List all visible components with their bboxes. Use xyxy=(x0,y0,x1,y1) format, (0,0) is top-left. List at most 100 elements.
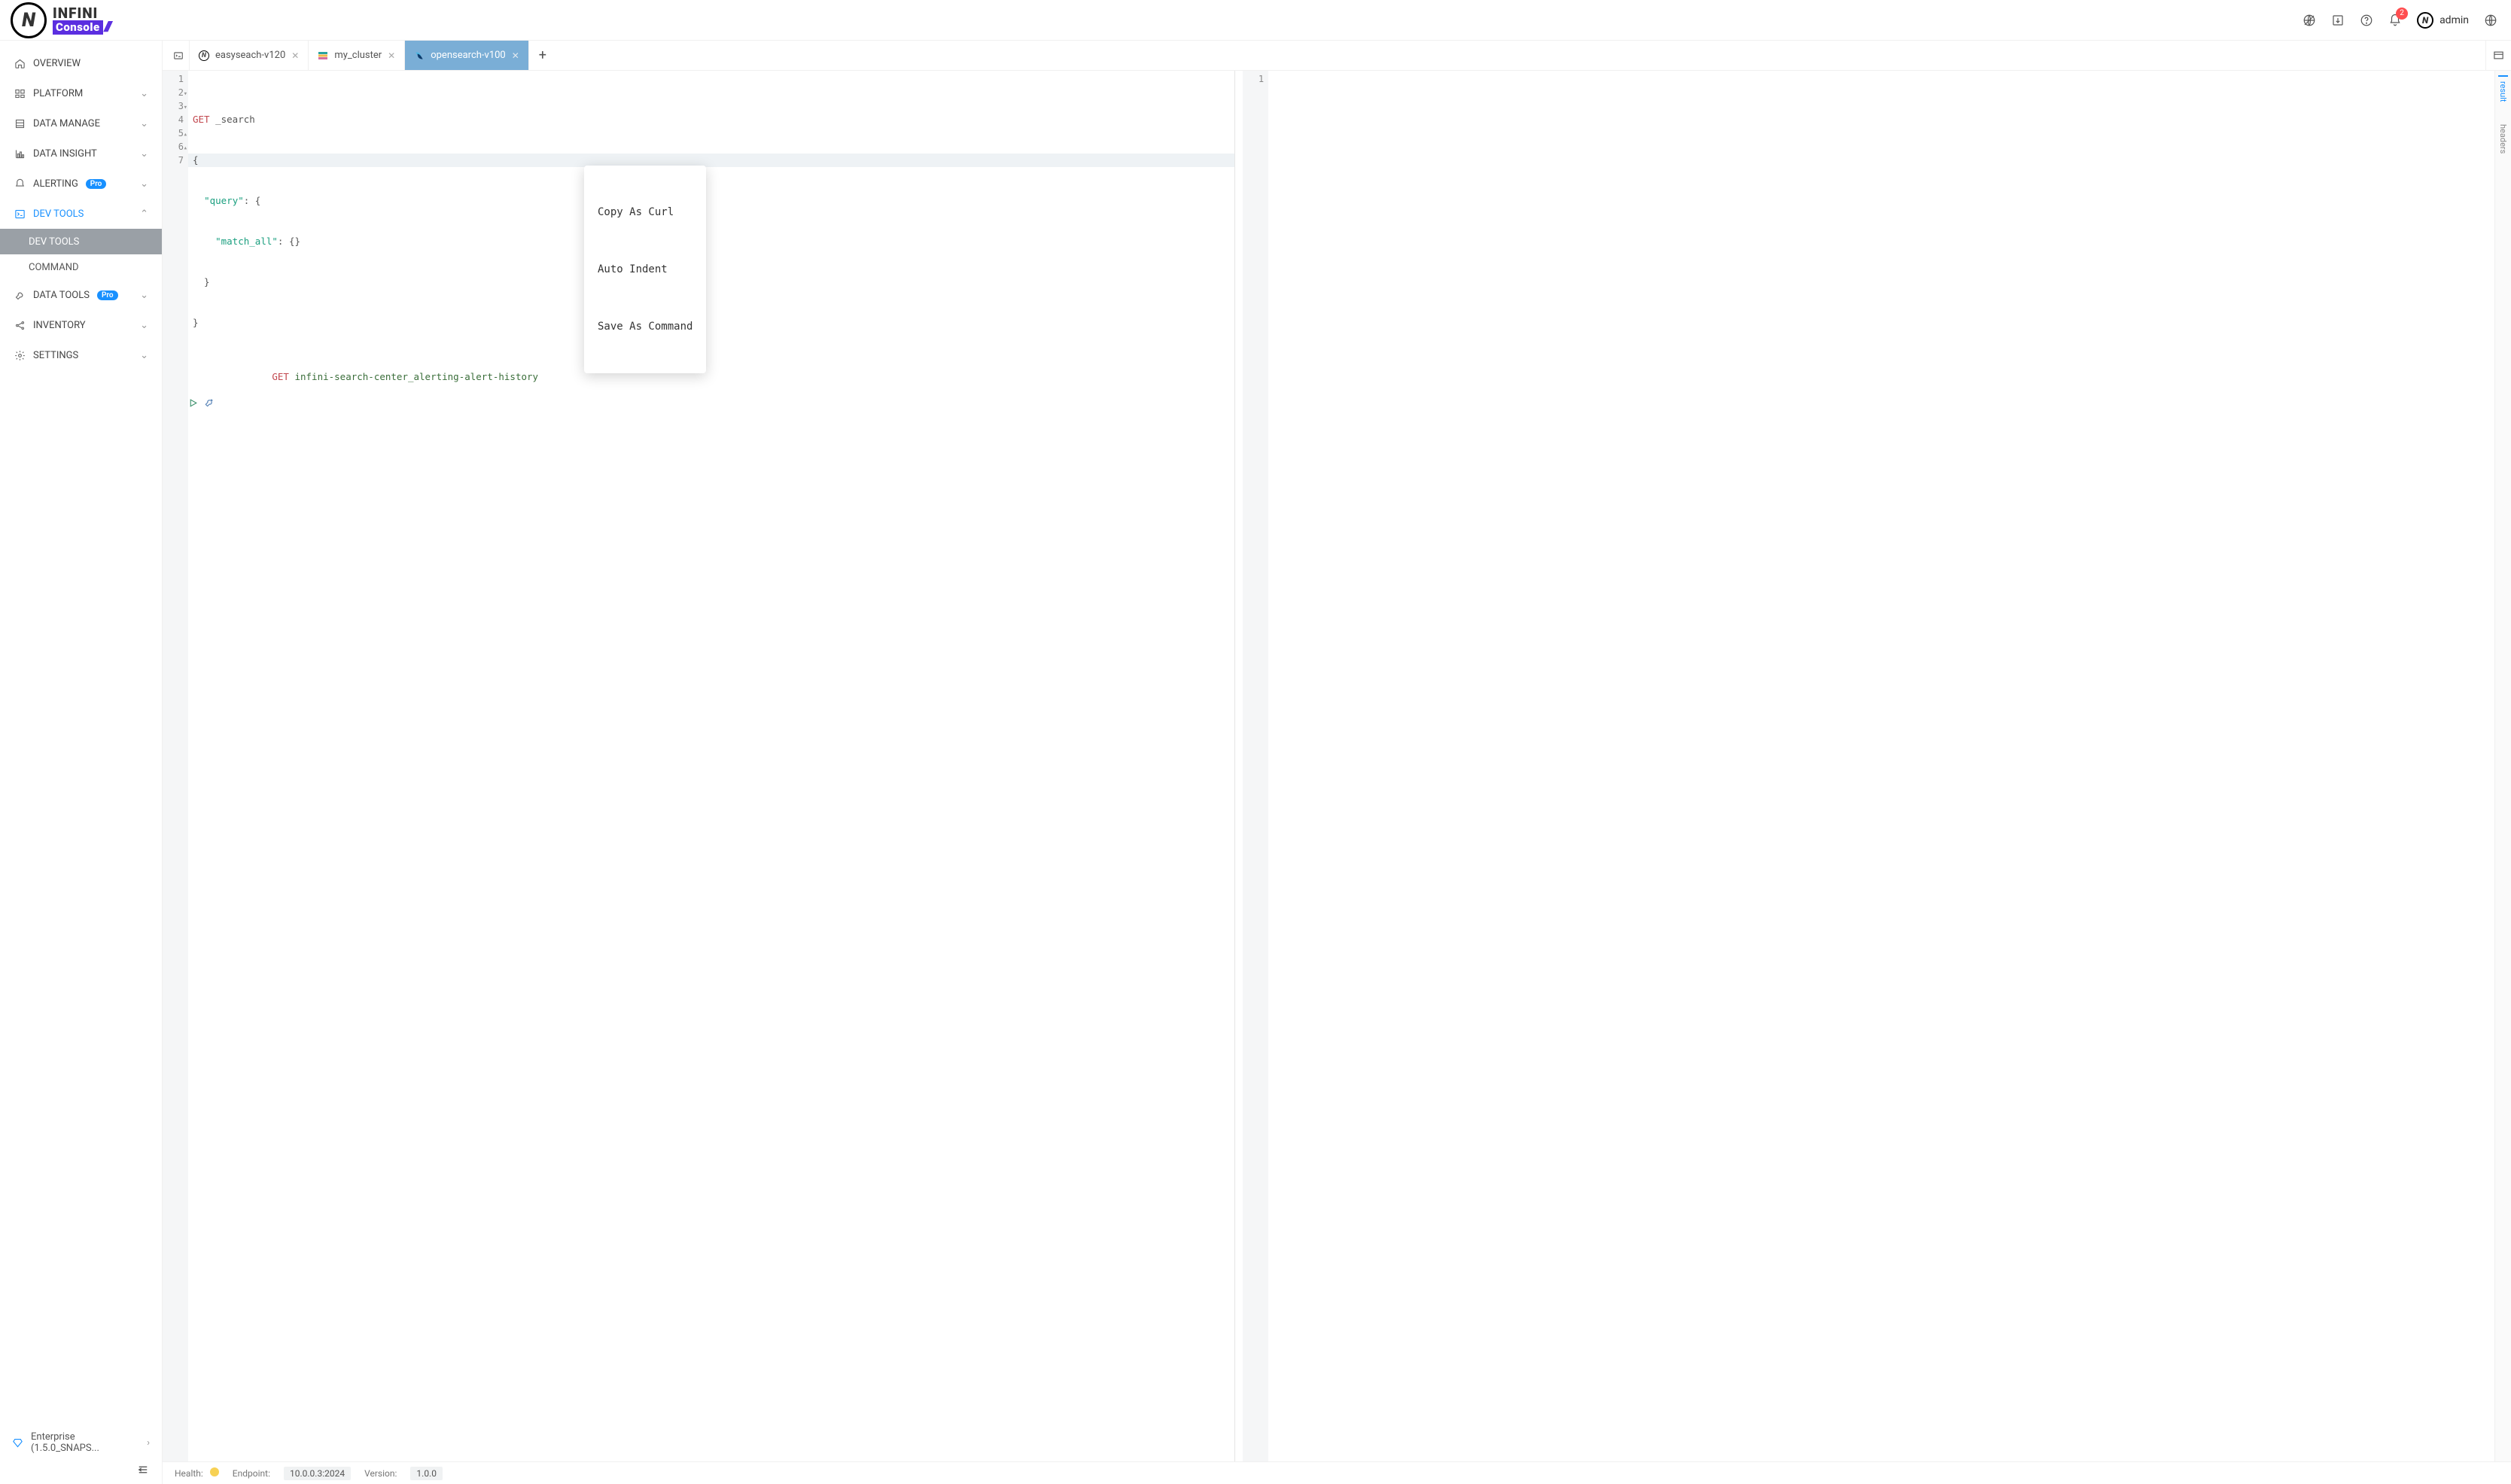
console-icon[interactable] xyxy=(167,41,190,70)
header-actions: 2 N admin xyxy=(2303,12,2497,29)
help-icon[interactable] xyxy=(2360,14,2373,27)
tab-easyseach[interactable]: N easyseach-v120 ✕ xyxy=(190,41,309,70)
nav-label: DATA INSIGHT xyxy=(33,148,97,160)
http-method: GET xyxy=(272,371,289,382)
chevron-down-icon: ⌄ xyxy=(140,148,148,160)
side-tab-headers[interactable]: headers xyxy=(2498,118,2508,158)
collapse-sidebar-icon[interactable] xyxy=(136,1463,150,1476)
chevron-right-icon: › xyxy=(147,1437,150,1449)
notifications-icon[interactable]: 2 xyxy=(2388,14,2402,27)
chart-icon xyxy=(14,147,26,160)
brand-top: INFINI xyxy=(53,6,111,20)
wrench-small-icon xyxy=(14,289,26,301)
chevron-down-icon: ⌄ xyxy=(140,320,148,331)
brand-bottom: Console xyxy=(53,20,103,35)
close-icon[interactable]: ✕ xyxy=(291,50,299,61)
endpoint-value[interactable]: 10.0.0.3:2024 xyxy=(284,1467,351,1480)
request-editor[interactable]: 1 2▾ 3▾ 4 5▴ 6▴ 7 GET _search { "query":… xyxy=(163,71,1235,1461)
gear-icon xyxy=(14,349,26,361)
chevron-down-icon: ⌄ xyxy=(140,290,148,301)
nav-platform[interactable]: PLATFORM ⌄ xyxy=(0,78,162,108)
line-number: 3▾ xyxy=(163,99,184,113)
health-label: Health: xyxy=(175,1467,219,1479)
nav-data-tools[interactable]: DATA TOOLS Pro ⌄ xyxy=(0,280,162,310)
export-icon[interactable] xyxy=(2331,14,2345,27)
bell-icon xyxy=(14,178,26,190)
status-bar: Health: Endpoint: 10.0.0.3:2024 Version:… xyxy=(163,1461,2511,1484)
http-method: GET xyxy=(193,114,210,125)
code-text: { xyxy=(193,154,199,166)
run-request-icon[interactable] xyxy=(188,398,198,408)
line-gutter: 1 2▾ 3▾ 4 5▴ 6▴ 7 xyxy=(163,71,188,1461)
tab-label: opensearch-v100 xyxy=(431,50,506,61)
response-content xyxy=(1268,71,2494,1461)
main: N easyseach-v120 ✕ my_cluster ✕ opensear… xyxy=(163,41,2511,1484)
close-icon[interactable]: ✕ xyxy=(388,50,395,61)
enterprise-link[interactable]: Enterprise (1.5.0_SNAPS... › xyxy=(12,1431,150,1454)
close-icon[interactable]: ✕ xyxy=(512,50,519,61)
context-menu: Copy As Curl Auto Indent Save As Command xyxy=(584,166,706,373)
nav-inventory[interactable]: INVENTORY ⌄ xyxy=(0,310,162,340)
pane-splitter[interactable]: ⋮⋮ xyxy=(1235,71,1243,1461)
json-key: "query" xyxy=(204,195,244,206)
pro-badge: Pro xyxy=(97,290,118,300)
nav-overview[interactable]: OVERVIEW xyxy=(0,48,162,78)
brand-mark: N xyxy=(11,2,47,38)
line-number: 5▴ xyxy=(163,126,184,140)
version-value: 1.0.0 xyxy=(410,1467,443,1480)
code-text: infini-search-center_alerting-alert-hist… xyxy=(289,371,538,382)
nav-label: SETTINGS xyxy=(33,350,78,361)
nav-label: ALERTING xyxy=(33,178,78,190)
sidebar: OVERVIEW PLATFORM ⌄ DATA MANAGE ⌄ DATA I… xyxy=(0,41,163,1484)
platform-icon xyxy=(14,87,26,99)
chevron-down-icon: ⌄ xyxy=(140,118,148,129)
wrench-icon[interactable] xyxy=(204,397,215,408)
brand-logo: N INFINI Console /// xyxy=(11,2,111,38)
menu-auto-indent[interactable]: Auto Indent xyxy=(584,254,706,284)
code-content[interactable]: GET _search { "query": { "match_all": {}… xyxy=(188,71,1234,1461)
code-text: } xyxy=(193,317,199,328)
cluster-icon xyxy=(318,50,328,61)
nav-label: DEV TOOLS xyxy=(33,208,84,220)
response-viewer[interactable]: 1 xyxy=(1243,71,2494,1461)
code-text: : {} xyxy=(278,236,300,247)
menu-copy-as-curl[interactable]: Copy As Curl xyxy=(584,197,706,227)
nav-data-manage[interactable]: DATA MANAGE ⌄ xyxy=(0,108,162,138)
username: admin xyxy=(2439,14,2469,26)
nav-sub-label: COMMAND xyxy=(29,262,79,273)
line-number: 1 xyxy=(163,72,184,86)
diamond-icon xyxy=(12,1437,23,1449)
share-icon xyxy=(14,319,26,331)
nav-dev-tools[interactable]: DEV TOOLS ⌃ xyxy=(0,199,162,229)
editor-tabbar: N easyseach-v120 ✕ my_cluster ✕ opensear… xyxy=(163,41,2511,71)
cluster-icon: N xyxy=(199,50,209,61)
menu-save-as-command[interactable]: Save As Command xyxy=(584,312,706,342)
add-tab-button[interactable]: + xyxy=(529,41,556,70)
tab-label: my_cluster xyxy=(334,50,382,61)
line-number: 2▾ xyxy=(163,86,184,99)
nav-data-insight[interactable]: DATA INSIGHT ⌄ xyxy=(0,138,162,169)
language-icon[interactable] xyxy=(2484,14,2497,27)
nav-label: INVENTORY xyxy=(33,320,86,331)
home-icon xyxy=(14,57,26,69)
nav-alerting[interactable]: ALERTING Pro ⌄ xyxy=(0,169,162,199)
user-menu[interactable]: N admin xyxy=(2417,12,2469,29)
nav-sub-command[interactable]: COMMAND xyxy=(0,254,162,280)
nav-settings[interactable]: SETTINGS ⌄ xyxy=(0,340,162,370)
code-text: } xyxy=(193,276,210,287)
side-tabs: result headers xyxy=(2494,71,2511,1461)
nav-label: OVERVIEW xyxy=(33,58,81,69)
nav-sub-dev-tools[interactable]: DEV TOOLS xyxy=(0,229,162,254)
tab-my-cluster[interactable]: my_cluster ✕ xyxy=(309,41,405,70)
code-text: : { xyxy=(244,195,261,206)
tab-opensearch[interactable]: opensearch-v100 ✕ xyxy=(405,41,529,70)
nav-label: PLATFORM xyxy=(33,88,83,99)
side-tab-result[interactable]: result xyxy=(2498,75,2508,106)
app-header: N INFINI Console /// 2 N admin xyxy=(0,0,2511,41)
terminal-icon xyxy=(14,208,26,220)
line-number: 6▴ xyxy=(163,140,184,154)
globe-crossed-icon[interactable] xyxy=(2303,14,2316,27)
layout-toggle-icon[interactable] xyxy=(2485,41,2511,70)
endpoint-label: Endpoint: xyxy=(233,1468,270,1479)
code-text: _search xyxy=(210,114,255,125)
